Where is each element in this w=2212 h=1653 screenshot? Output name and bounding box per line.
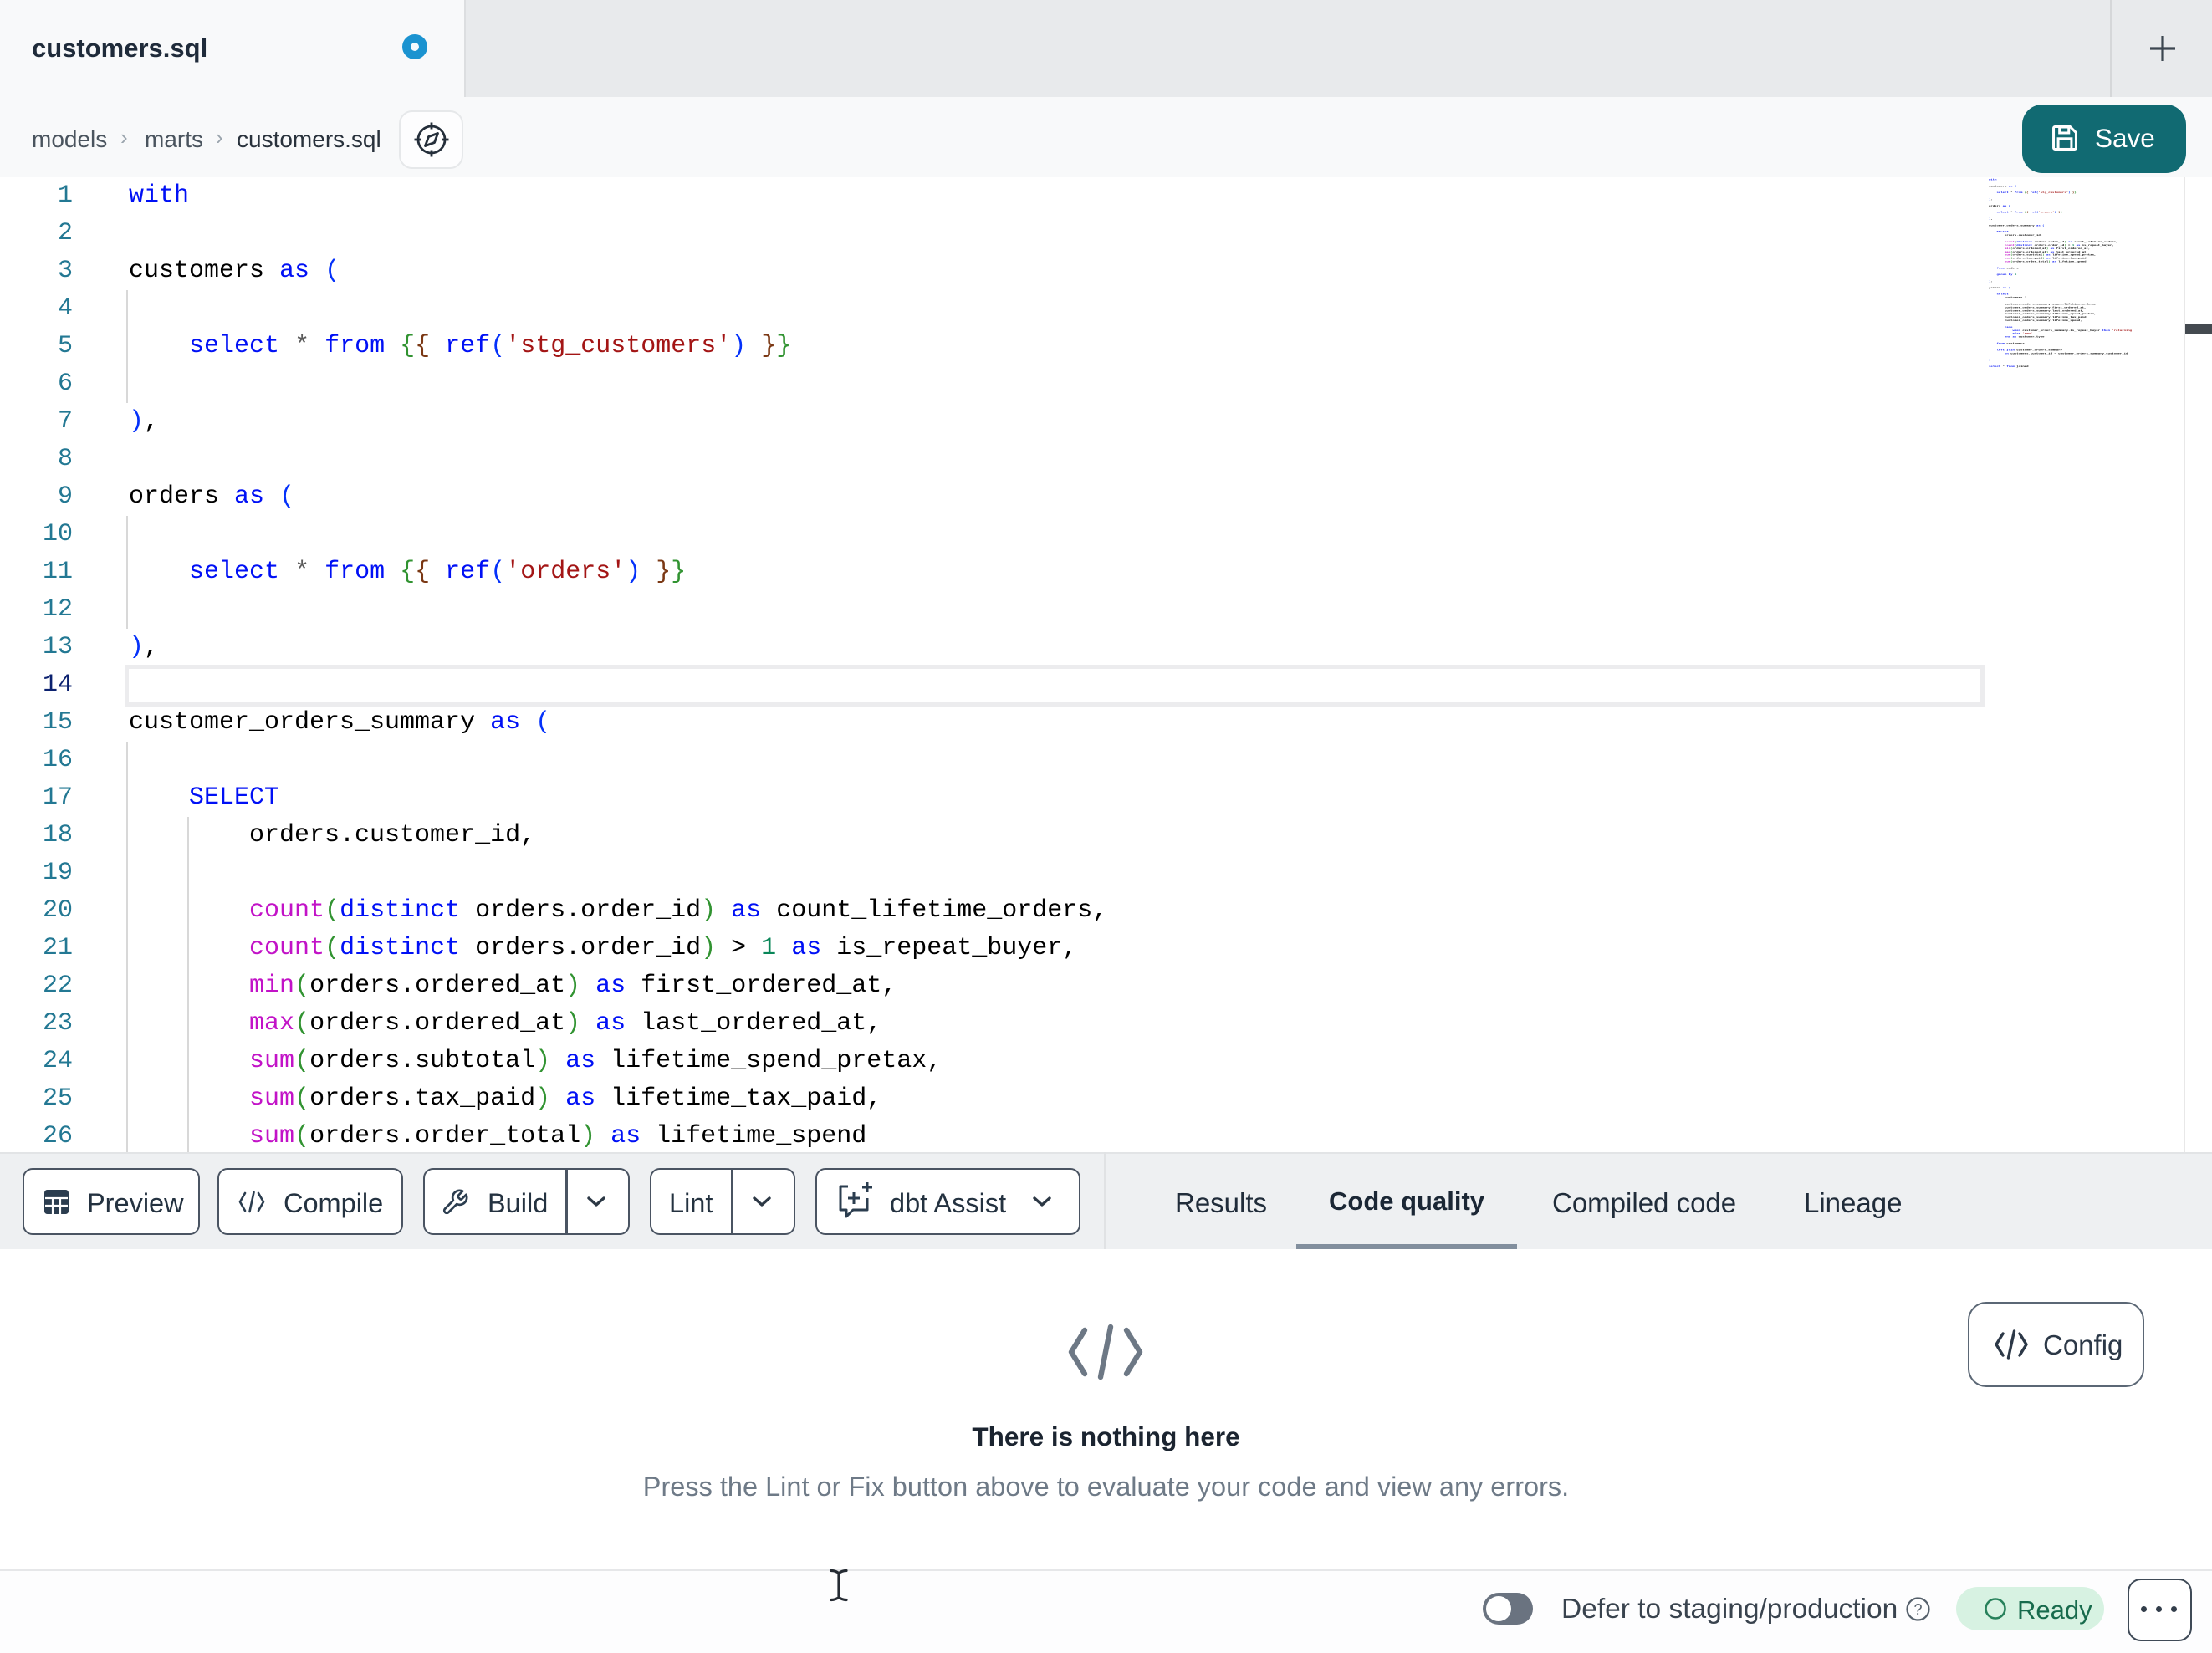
svg-text:?: ? (1913, 1601, 1922, 1618)
